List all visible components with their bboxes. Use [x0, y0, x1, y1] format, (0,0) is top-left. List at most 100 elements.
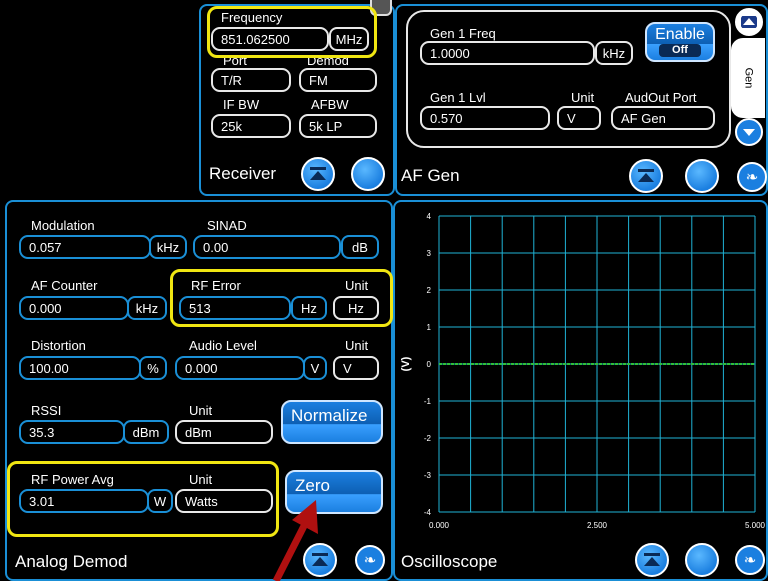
- oscilloscope-panel: 4 3 2 1 0 -1 -2 -3 -4 0.000 2.500 5.000 (V) Oscillos…: [393, 200, 768, 581]
- unit-label: Unit: [571, 90, 595, 105]
- y-axis-label: (V): [400, 356, 412, 371]
- receiver-action-button[interactable]: [351, 157, 385, 191]
- rssi-unit-select[interactable]: dBm: [175, 420, 273, 444]
- afgen-title: AF Gen: [401, 166, 460, 185]
- modulation-label: Modulation: [31, 218, 95, 233]
- oscilloscope-action-button[interactable]: [685, 543, 719, 577]
- gen1lvl-label: Gen 1 Lvl: [430, 90, 486, 105]
- distortion-field: 100.00: [19, 356, 141, 380]
- enable-label: Enable: [655, 26, 705, 43]
- receiver-collapse-button[interactable]: [301, 157, 335, 191]
- y-tick-label: 2: [427, 286, 432, 295]
- leaf-icon: ❧: [363, 552, 377, 569]
- gen1lvl-input[interactable]: 0.570: [420, 106, 550, 130]
- side-tab-label: Gen: [741, 67, 754, 89]
- ifbw-label: IF BW: [223, 97, 260, 112]
- rssi-field: 35.3: [19, 420, 125, 444]
- gen1freq-input[interactable]: 1.0000: [420, 41, 595, 65]
- y-tick-label: 0: [427, 360, 432, 369]
- analog-demod-title: Analog Demod: [15, 552, 128, 571]
- rferror-unit: Hz: [291, 296, 327, 320]
- audiolevel-unit-select[interactable]: V: [333, 356, 379, 380]
- annotation-arrow: [272, 500, 318, 581]
- sinad-field: 0.00: [193, 235, 341, 259]
- y-tick-label: 4: [427, 212, 432, 221]
- afgen-help-button[interactable]: ❧: [737, 162, 767, 192]
- collapse-icon: [310, 167, 326, 180]
- afcounter-unit: kHz: [127, 296, 167, 320]
- oscilloscope-chart: 4 3 2 1 0 -1 -2 -3 -4 0.000 2.500 5.000 (V): [400, 212, 766, 530]
- sinad-unit: dB: [341, 235, 379, 259]
- y-tick-label: 1: [427, 323, 432, 332]
- frequency-unit[interactable]: MHz: [329, 27, 369, 51]
- y-tick-label: -4: [424, 508, 432, 517]
- x-tick-label: 0.000: [429, 521, 450, 530]
- chevron-down-icon: [743, 129, 755, 136]
- audout-select[interactable]: AF Gen: [611, 106, 715, 130]
- rferror-label: RF Error: [191, 278, 241, 293]
- ifbw-select[interactable]: 25k: [211, 114, 291, 138]
- rfpower-label: RF Power Avg: [31, 472, 114, 487]
- oscilloscope-collapse-button[interactable]: [635, 543, 669, 577]
- rssi-unit-label: Unit: [189, 403, 213, 418]
- y-tick-label: -2: [424, 434, 432, 443]
- rfpower-field: 3.01: [19, 489, 149, 513]
- afbw-label: AFBW: [311, 97, 349, 112]
- rfpower-unit: W: [147, 489, 173, 513]
- modulation-unit: kHz: [149, 235, 187, 259]
- audiolevel-label: Audio Level: [189, 338, 257, 353]
- demod-label: Demod: [307, 53, 349, 68]
- frequency-label: Frequency: [221, 10, 283, 25]
- audiolevel-unit: V: [303, 356, 327, 380]
- oscilloscope-help-button[interactable]: ❧: [735, 545, 765, 575]
- audout-label: AudOut Port: [625, 90, 697, 105]
- afgen-panel: Gen 1 Freq 1.0000 kHz Enable Off Gen 1 L…: [395, 4, 768, 196]
- chevron-up-icon: [741, 16, 757, 28]
- audiolevel-unit-label: Unit: [345, 338, 369, 353]
- collapse-icon: [638, 169, 654, 182]
- y-tick-label: -3: [424, 471, 432, 480]
- audiolevel-field: 0.000: [175, 356, 305, 380]
- receiver-title: Receiver: [209, 164, 277, 183]
- afcounter-label: AF Counter: [31, 278, 98, 293]
- afgen-action-button[interactable]: [685, 159, 719, 193]
- side-tab-gen[interactable]: Gen: [731, 38, 765, 118]
- rferror-field: 513: [179, 296, 291, 320]
- rssi-label: RSSI: [31, 403, 62, 418]
- leaf-icon: ❧: [745, 169, 759, 186]
- x-tick-label: 2.500: [587, 521, 608, 530]
- distortion-label: Distortion: [31, 338, 86, 353]
- afbw-select[interactable]: 5k LP: [299, 114, 377, 138]
- sinad-label: SINAD: [207, 218, 247, 233]
- port-select[interactable]: T/R: [211, 68, 291, 92]
- scroll-down-button[interactable]: [735, 118, 763, 146]
- enable-button[interactable]: Enable Off: [645, 22, 715, 62]
- analog-demod-panel: Modulation SINAD 0.057 kHz 0.00 dB AF Co…: [5, 200, 393, 581]
- scroll-up-button[interactable]: [735, 8, 763, 36]
- oscilloscope-title: Oscilloscope: [401, 552, 498, 571]
- leaf-icon: ❧: [743, 552, 757, 569]
- normalize-button[interactable]: Normalize: [281, 400, 383, 444]
- x-tick-label: 5.000: [745, 521, 766, 530]
- demod-select[interactable]: FM: [299, 68, 377, 92]
- gen1freq-unit[interactable]: kHz: [595, 41, 633, 65]
- afcounter-field: 0.000: [19, 296, 129, 320]
- modulation-field: 0.057: [19, 235, 151, 259]
- frequency-input[interactable]: 851.062500: [211, 27, 329, 51]
- port-label: Port: [223, 53, 247, 68]
- y-tick-label: 3: [427, 249, 432, 258]
- rssi-unit: dBm: [123, 420, 169, 444]
- rferror-unit-label: Unit: [345, 278, 369, 293]
- gen1freq-label: Gen 1 Freq: [430, 26, 496, 41]
- collapse-icon: [644, 553, 660, 566]
- afgen-collapse-button[interactable]: [629, 159, 663, 193]
- rferror-unit-select[interactable]: Hz: [333, 296, 379, 320]
- receiver-panel: Frequency 851.062500 MHz Port Demod T/R …: [199, 4, 395, 196]
- unit-select[interactable]: V: [557, 106, 601, 130]
- rfpower-unit-label: Unit: [189, 472, 213, 487]
- panel-tab-handle[interactable]: [370, 0, 392, 16]
- y-tick-label: -1: [424, 397, 432, 406]
- distortion-unit: %: [139, 356, 167, 380]
- enable-state: Off: [659, 44, 701, 57]
- analog-demod-help-button[interactable]: ❧: [355, 545, 385, 575]
